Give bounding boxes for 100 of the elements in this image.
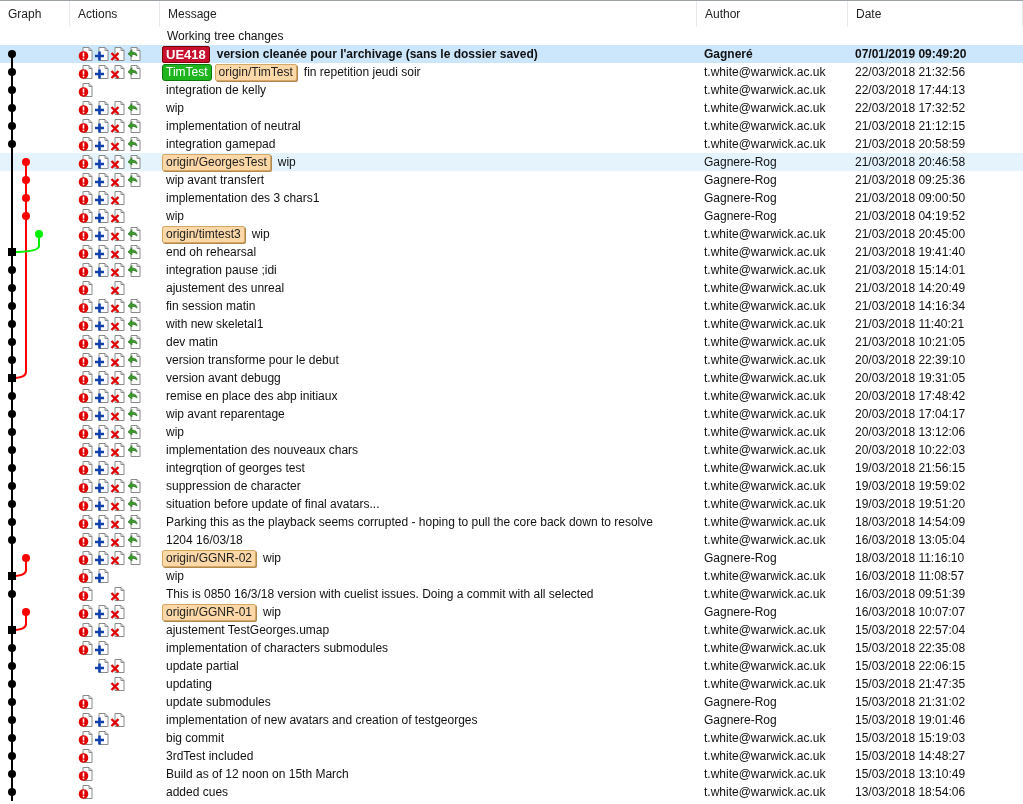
document-plus-icon[interactable]: [94, 496, 110, 512]
document-arrow-icon[interactable]: [126, 262, 142, 278]
column-header[interactable]: Message: [160, 1, 697, 27]
document-exclamation-icon[interactable]: [78, 190, 94, 206]
document-arrow-icon[interactable]: [126, 388, 142, 404]
commit-row[interactable]: origin/GGNR-01 wip Gagnere-Rog 16/03/2018 10:07:07: [0, 603, 1023, 621]
document-arrow-icon[interactable]: [126, 64, 142, 80]
document-arrow-icon[interactable]: [126, 46, 142, 62]
commit-row[interactable]: update submodules Gagnere-Rog 15/03/2018 21:31:02: [0, 693, 1023, 711]
document-exclamation-icon[interactable]: [78, 244, 94, 260]
column-header[interactable]: Date: [848, 1, 1023, 27]
document-exclamation-icon[interactable]: [78, 280, 94, 296]
commit-row[interactable]: dev matin t.white@warwick.ac.uk 21/03/2018 10:21:05: [0, 333, 1023, 351]
document-arrow-icon[interactable]: [126, 370, 142, 386]
document-exclamation-icon[interactable]: [78, 352, 94, 368]
document-cross-icon[interactable]: [110, 100, 126, 116]
document-cross-icon[interactable]: [110, 226, 126, 242]
document-arrow-icon[interactable]: [126, 532, 142, 548]
commit-row[interactable]: fin session matin t.white@warwick.ac.uk 21/03/2018 14:16:34: [0, 297, 1023, 315]
document-cross-icon[interactable]: [110, 46, 126, 62]
branch-label[interactable]: origin/GeorgesTest: [162, 153, 271, 171]
document-plus-icon[interactable]: [94, 100, 110, 116]
commit-row[interactable]: implementation of characters submodules t.white@warwick.ac.uk 15/03/2018 22:35:08: [0, 639, 1023, 657]
document-cross-icon[interactable]: [110, 118, 126, 134]
commit-row[interactable]: This is 0850 16/3/18 version with cuelist issues. Doing a commit with all selected t.white@warwick.ac.uk 16/03/2018 09:51:39: [0, 585, 1023, 603]
document-arrow-icon[interactable]: [126, 118, 142, 134]
document-cross-icon[interactable]: [110, 676, 126, 692]
commit-row[interactable]: ajustement TestGeorges.umap t.white@warwick.ac.uk 15/03/2018 22:57:04: [0, 621, 1023, 639]
document-exclamation-icon[interactable]: [78, 514, 94, 530]
commit-row[interactable]: wip t.white@warwick.ac.uk 22/03/2018 17:32:52: [0, 99, 1023, 117]
document-exclamation-icon[interactable]: [78, 64, 94, 80]
document-exclamation-icon[interactable]: [78, 46, 94, 62]
document-arrow-icon[interactable]: [126, 172, 142, 188]
document-exclamation-icon[interactable]: [78, 100, 94, 116]
document-exclamation-icon[interactable]: [78, 694, 94, 710]
document-plus-icon[interactable]: [94, 262, 110, 278]
document-cross-icon[interactable]: [110, 496, 126, 512]
document-cross-icon[interactable]: [110, 172, 126, 188]
document-exclamation-icon[interactable]: [78, 712, 94, 728]
document-exclamation-icon[interactable]: [78, 154, 94, 170]
document-exclamation-icon[interactable]: [78, 388, 94, 404]
document-arrow-icon[interactable]: [126, 316, 142, 332]
document-plus-icon[interactable]: [94, 352, 110, 368]
document-plus-icon[interactable]: [94, 46, 110, 62]
commit-row[interactable]: update partial t.white@warwick.ac.uk 15/03/2018 22:06:15: [0, 657, 1023, 675]
document-exclamation-icon[interactable]: [78, 370, 94, 386]
document-plus-icon[interactable]: [94, 604, 110, 620]
commit-row[interactable]: TimTest origin/TimTest fin repetition jeudi soir t.white@warwick.ac.uk 22/03/2018 21:32:56: [0, 63, 1023, 81]
document-arrow-icon[interactable]: [126, 514, 142, 530]
commit-row[interactable]: situation before update of final avatars... t.white@warwick.ac.uk 19/03/2018 19:51:20: [0, 495, 1023, 513]
document-plus-icon[interactable]: [94, 334, 110, 350]
document-exclamation-icon[interactable]: [78, 550, 94, 566]
document-cross-icon[interactable]: [110, 280, 126, 296]
document-cross-icon[interactable]: [110, 514, 126, 530]
document-arrow-icon[interactable]: [126, 406, 142, 422]
document-plus-icon[interactable]: [94, 190, 110, 206]
commit-row[interactable]: updating t.white@warwick.ac.uk 15/03/2018 21:47:35: [0, 675, 1023, 693]
document-plus-icon[interactable]: [94, 64, 110, 80]
document-plus-icon[interactable]: [94, 424, 110, 440]
document-cross-icon[interactable]: [110, 388, 126, 404]
document-exclamation-icon[interactable]: [78, 730, 94, 746]
document-cross-icon[interactable]: [110, 586, 126, 602]
document-cross-icon[interactable]: [110, 136, 126, 152]
commit-row[interactable]: UE418 version cleanée pour l'archivage (sans le dossier saved) Gagneré 07/01/2019 09:49:20: [0, 45, 1023, 63]
column-header[interactable]: Author: [697, 1, 848, 27]
document-exclamation-icon[interactable]: [78, 532, 94, 548]
commit-row[interactable]: integration de kelly t.white@warwick.ac.uk 22/03/2018 17:44:13: [0, 81, 1023, 99]
commit-row[interactable]: origin/GeorgesTest wip Gagnere-Rog 21/03/2018 20:46:58: [0, 153, 1023, 171]
document-exclamation-icon[interactable]: [78, 262, 94, 278]
document-exclamation-icon[interactable]: [78, 784, 94, 800]
document-plus-icon[interactable]: [94, 388, 110, 404]
branch-label[interactable]: origin/GGNR-02: [162, 549, 257, 567]
document-arrow-icon[interactable]: [126, 334, 142, 350]
commit-row[interactable]: version transforme pour le debut t.white@warwick.ac.uk 20/03/2018 22:39:10: [0, 351, 1023, 369]
document-cross-icon[interactable]: [110, 154, 126, 170]
document-cross-icon[interactable]: [110, 622, 126, 638]
document-arrow-icon[interactable]: [126, 244, 142, 260]
document-cross-icon[interactable]: [110, 442, 126, 458]
commit-row[interactable]: implementation des nouveaux chars t.white@warwick.ac.uk 20/03/2018 10:22:03: [0, 441, 1023, 459]
document-exclamation-icon[interactable]: [78, 748, 94, 764]
commit-row[interactable]: implementation des 3 chars1 Gagnere-Rog 21/03/2018 09:00:50: [0, 189, 1023, 207]
commit-row[interactable]: wip t.white@warwick.ac.uk 16/03/2018 11:08:57: [0, 567, 1023, 585]
document-cross-icon[interactable]: [110, 262, 126, 278]
document-plus-icon[interactable]: [94, 514, 110, 530]
document-cross-icon[interactable]: [110, 604, 126, 620]
commit-row[interactable]: wip avant reparentage t.white@warwick.ac.uk 20/03/2018 17:04:17: [0, 405, 1023, 423]
document-plus-icon[interactable]: [94, 568, 110, 584]
commit-row[interactable]: big commit t.white@warwick.ac.uk 15/03/2018 15:19:03: [0, 729, 1023, 747]
document-exclamation-icon[interactable]: [78, 766, 94, 782]
commit-row[interactable]: end oh rehearsal t.white@warwick.ac.uk 21/03/2018 19:41:40: [0, 243, 1023, 261]
commit-row[interactable]: suppression de character t.white@warwick.ac.uk 19/03/2018 19:59:02: [0, 477, 1023, 495]
document-arrow-icon[interactable]: [126, 496, 142, 512]
branch-label[interactable]: origin/GGNR-01: [162, 603, 257, 621]
document-cross-icon[interactable]: [110, 244, 126, 260]
commit-row[interactable]: added cues t.white@warwick.ac.uk 13/03/2018 18:54:06: [0, 783, 1023, 801]
document-exclamation-icon[interactable]: [78, 316, 94, 332]
document-exclamation-icon[interactable]: [78, 622, 94, 638]
commit-row[interactable]: wip t.white@warwick.ac.uk 20/03/2018 13:12:06: [0, 423, 1023, 441]
document-plus-icon[interactable]: [94, 136, 110, 152]
document-arrow-icon[interactable]: [126, 154, 142, 170]
